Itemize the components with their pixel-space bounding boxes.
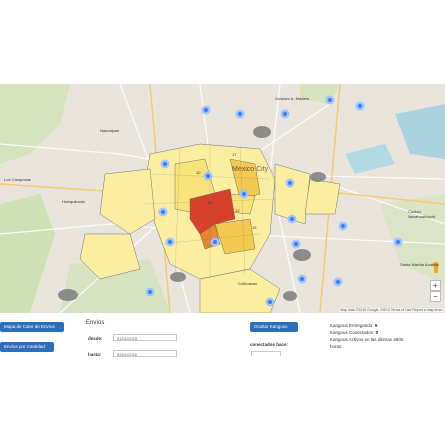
place-loscamposas: Los Camposas — [4, 177, 31, 182]
envios-title: Envíos — [86, 320, 105, 326]
city-label: Mexico City — [232, 166, 269, 173]
svg-text:12: 12 — [235, 208, 240, 213]
desde-input[interactable]: 01/01/2015 — [113, 334, 177, 341]
stat-entregando: Kangous Entregando: 6 — [330, 323, 403, 328]
svg-text:17: 17 — [232, 152, 237, 157]
stat-conectados-value: 0 — [375, 330, 379, 335]
place-huixquilucan: Huixquilucan — [62, 199, 85, 204]
zoom-out-button[interactable]: − — [430, 291, 441, 302]
map-attribution: Map data ©2016 Google, INEGI Terms of Us… — [339, 308, 443, 312]
conectados-hace-input[interactable] — [251, 351, 281, 356]
hide-kangous-button[interactable]: Ocultar Kangous — [250, 322, 298, 332]
stat-conectados: Kangous Conectados: 0 — [330, 330, 403, 335]
svg-text:15: 15 — [252, 225, 257, 230]
map-view[interactable]: 331220 171015 Mexico City Naucalpan Huix… — [0, 84, 445, 313]
quantity-button[interactable]: Envíos por Cantidad — [0, 342, 54, 352]
place-santamartha: Santa Martha Acatitla — [400, 262, 439, 267]
desde-label: desde: — [88, 336, 103, 341]
heatmap-button[interactable]: Mapa de Calor de Envíos — [0, 322, 64, 332]
place-gam: Gustavo A. Madero — [275, 96, 310, 101]
hasta-input[interactable]: 02/01/2016 — [113, 350, 177, 357]
place-neza: Ciudad Nezahualcóyotl — [408, 209, 436, 219]
place-naucalpan: Naucalpan — [100, 128, 120, 133]
stat-activos-suffix: horas: — [330, 344, 343, 349]
svg-text:33: 33 — [208, 200, 213, 205]
stat-entregando-label: Kangous Entregando: — [330, 323, 374, 328]
stat-entregando-value: 6 — [374, 323, 378, 328]
hasta-label: hasta: — [88, 352, 102, 357]
stat-activos: Kangous Activos en las últimas 4800 — [330, 337, 404, 342]
place-culhuacan: Culhuacan — [238, 281, 258, 286]
stat-conectados-label: Kangous Conectados: — [330, 330, 375, 335]
conectados-hace-label: conectados hace: — [250, 342, 289, 347]
kangous-stats: Kangous Entregando: 6 Kangous Conectados… — [330, 323, 403, 349]
svg-text:10: 10 — [196, 170, 201, 175]
zoom-in-button[interactable]: + — [430, 280, 441, 291]
